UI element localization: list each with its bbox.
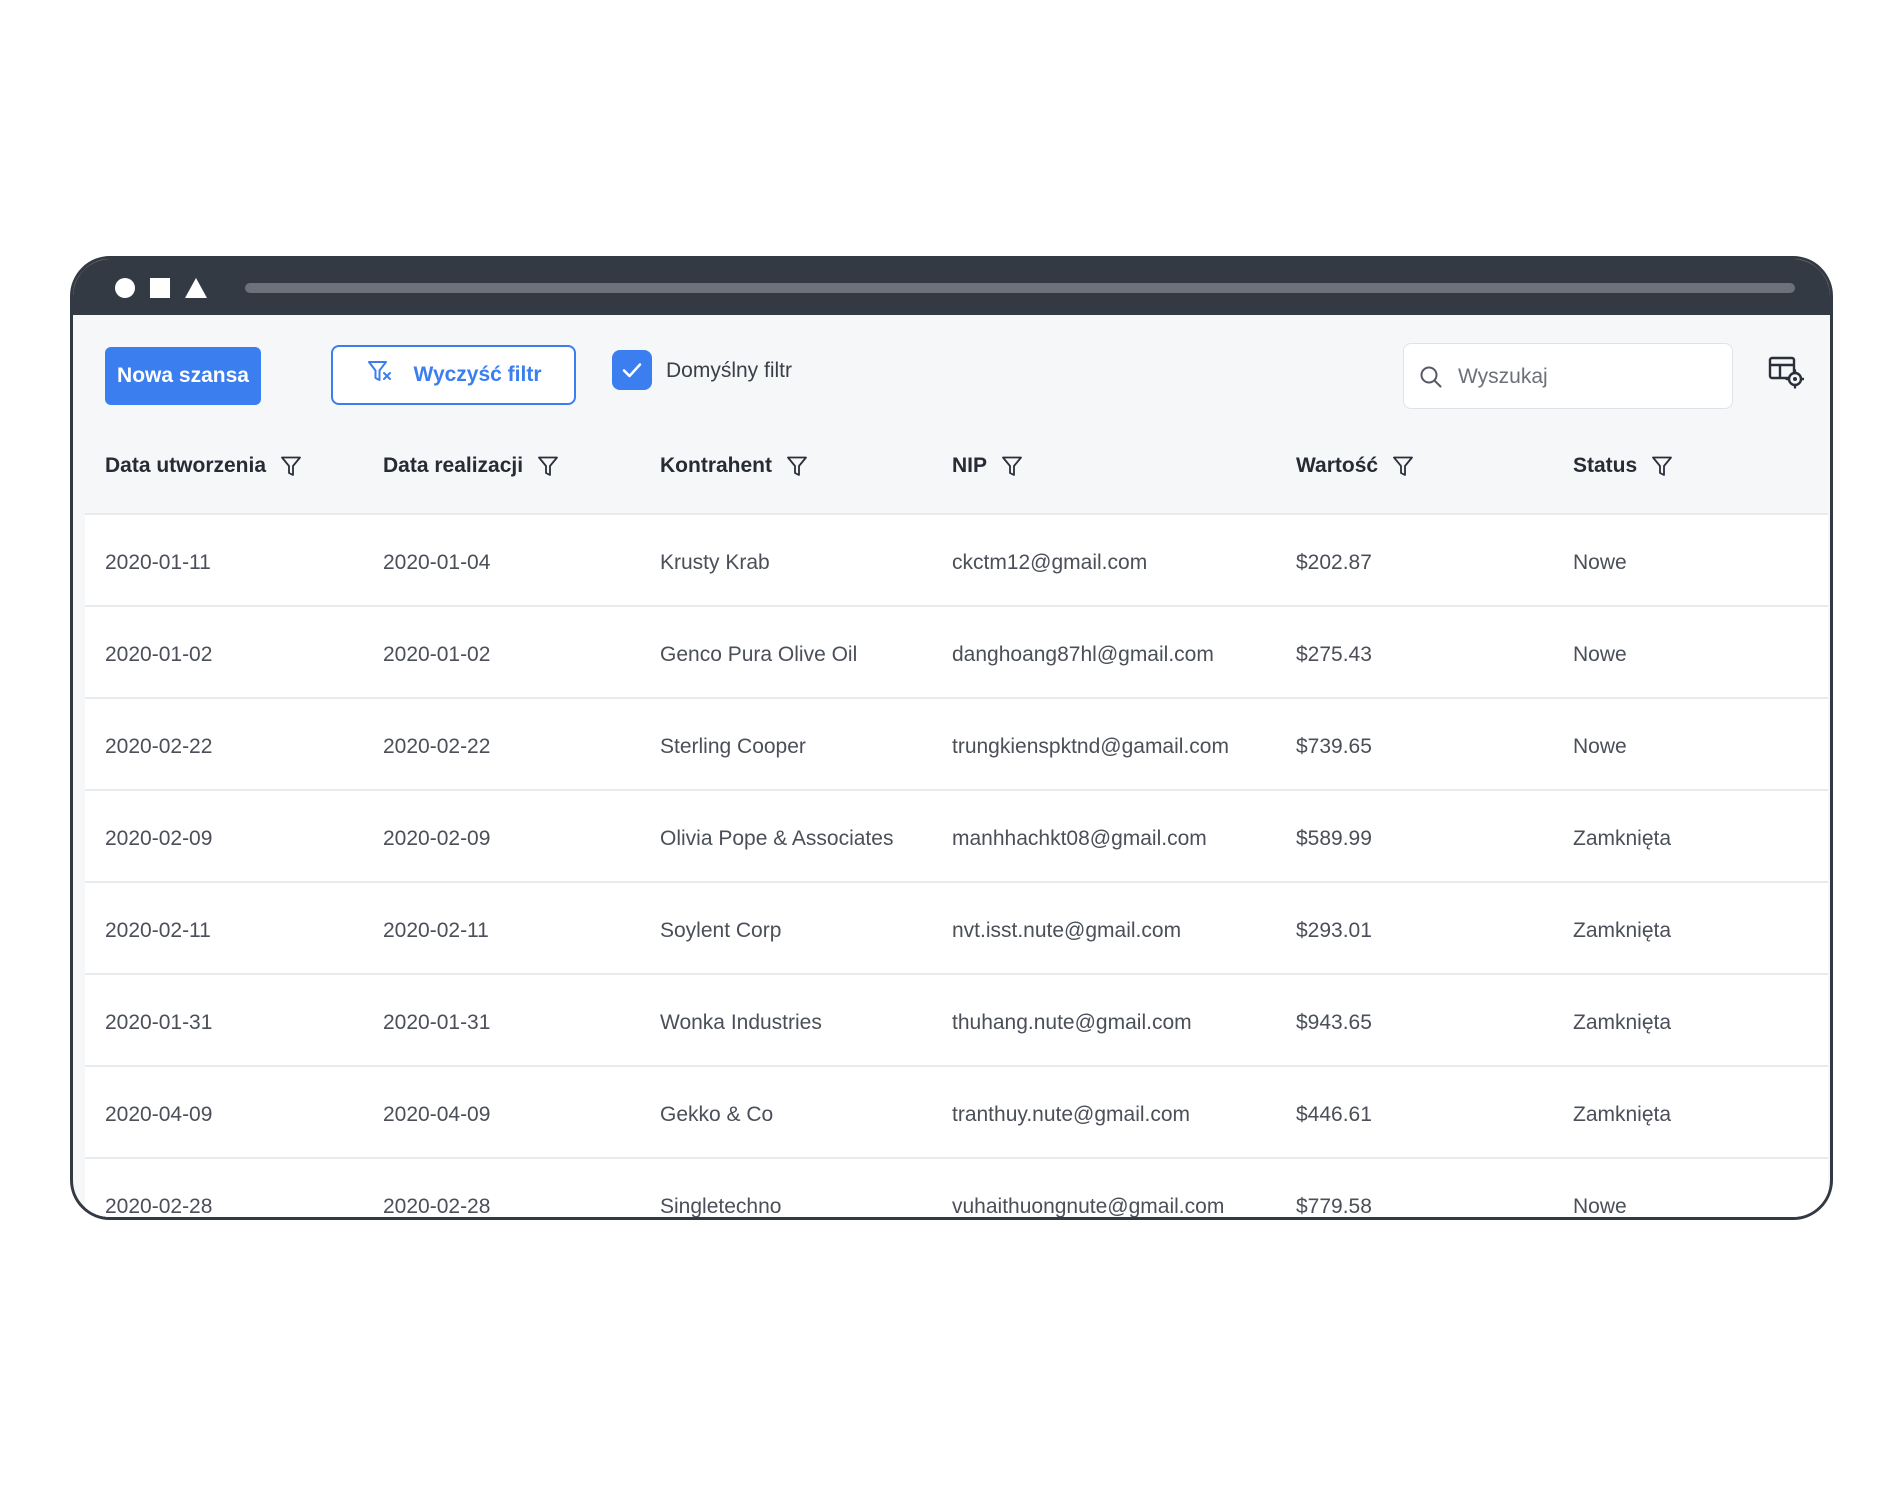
column-header-nip[interactable]: NIP	[952, 454, 1023, 478]
table-row[interactable]: 2020-01-31 2020-01-31 Wonka Industries thuh…	[85, 973, 1828, 1065]
filter-icon[interactable]	[537, 455, 559, 477]
check-icon	[622, 363, 642, 378]
cell-contractor: Olivia Pope & Associates	[660, 827, 894, 850]
opportunities-table: Data utworzenia Data realizacji Kontrahent…	[85, 420, 1828, 1218]
cell-contractor: Sterling Cooper	[660, 735, 806, 758]
cell-due-date: 2020-04-09	[383, 1103, 491, 1126]
column-header-due-date[interactable]: Data realizacji	[383, 454, 559, 478]
cell-contractor: Genco Pura Olive Oil	[660, 643, 858, 666]
filter-icon[interactable]	[280, 455, 302, 477]
column-header-label: Kontrahent	[660, 454, 772, 477]
cell-contractor: Krusty Krab	[660, 551, 770, 574]
cell-status: Nowe	[1573, 735, 1627, 758]
cell-status: Zamknięta	[1573, 827, 1672, 850]
cell-value: $202.87	[1296, 551, 1372, 574]
cell-nip: trungkienspktnd@gamail.com	[952, 735, 1229, 758]
cell-created-date: 2020-02-22	[105, 735, 213, 758]
table-settings-icon[interactable]	[1768, 355, 1805, 394]
cell-status: Nowe	[1573, 1195, 1627, 1218]
new-opportunity-button[interactable]: Nowa szansa	[105, 347, 261, 405]
table-body: 2020-01-11 2020-01-04 Krusty Krab ckctm12@g…	[85, 513, 1828, 1218]
default-filter-checkbox[interactable]	[612, 350, 652, 390]
clear-filter-label: Wyczyść filtr	[413, 363, 542, 386]
cell-status: Nowe	[1573, 551, 1627, 574]
cell-created-date: 2020-02-11	[105, 919, 211, 942]
clear-filter-button[interactable]: Wyczyść filtr	[331, 345, 576, 405]
cell-created-date: 2020-04-09	[105, 1103, 213, 1126]
column-header-label: Wartość	[1296, 454, 1379, 477]
toolbar: Nowa szansa Wyczyść filtr Domyślny filtr	[73, 315, 1830, 420]
cell-due-date: 2020-01-04	[383, 551, 491, 574]
cell-status: Zamknięta	[1573, 1103, 1672, 1126]
filter-icon[interactable]	[786, 455, 808, 477]
cell-created-date: 2020-01-02	[105, 643, 213, 666]
column-header-contractor[interactable]: Kontrahent	[660, 454, 808, 478]
column-header-label: Status	[1573, 454, 1638, 477]
cell-value: $779.58	[1296, 1195, 1372, 1218]
table-row[interactable]: 2020-01-11 2020-01-04 Krusty Krab ckctm12@g…	[85, 513, 1828, 605]
cell-contractor: Gekko & Co	[660, 1103, 774, 1126]
cell-contractor: Soylent Corp	[660, 919, 782, 942]
cell-value: $589.99	[1296, 827, 1372, 850]
cell-contractor: Singletechno	[660, 1195, 782, 1218]
cell-value: $446.61	[1296, 1103, 1372, 1126]
cell-nip: nvt.isst.nute@gmail.com	[952, 919, 1182, 942]
search-input[interactable]	[1456, 358, 1720, 396]
filter-icon[interactable]	[1651, 455, 1673, 477]
filter-clear-icon	[366, 359, 392, 391]
column-header-label: Data realizacji	[383, 454, 524, 477]
table-row[interactable]: 2020-02-22 2020-02-22 Sterling Cooper trung…	[85, 697, 1828, 789]
cell-status: Zamknięta	[1573, 919, 1672, 942]
cell-due-date: 2020-02-09	[383, 827, 491, 850]
column-header-created-date[interactable]: Data utworzenia	[105, 454, 302, 478]
cell-value: $943.65	[1296, 1011, 1372, 1034]
cell-due-date: 2020-02-11	[383, 919, 489, 942]
cell-nip: tranthuy.nute@gmail.com	[952, 1103, 1191, 1126]
cell-created-date: 2020-01-31	[105, 1011, 213, 1034]
address-bar[interactable]	[245, 283, 1795, 293]
cell-value: $739.65	[1296, 735, 1372, 758]
cell-nip: thuhang.nute@gmail.com	[952, 1011, 1192, 1034]
cell-value: $275.43	[1296, 643, 1372, 666]
circle-icon	[115, 278, 135, 298]
filter-icon[interactable]	[1001, 455, 1023, 477]
table-row[interactable]: 2020-02-09 2020-02-09 Olivia Pope & Associ…	[85, 789, 1828, 881]
cell-value: $293.01	[1296, 919, 1372, 942]
cell-due-date: 2020-01-02	[383, 643, 491, 666]
column-header-label: Data utworzenia	[105, 454, 267, 477]
cell-due-date: 2020-01-31	[383, 1011, 491, 1034]
column-header-status[interactable]: Status	[1573, 454, 1673, 478]
cell-nip: vuhaithuongnute@gmail.com	[952, 1195, 1225, 1218]
cell-nip: manhhachkt08@gmail.com	[952, 827, 1207, 850]
square-icon	[150, 278, 170, 298]
table-row[interactable]: 2020-02-11 2020-02-11 Soylent Corp nvt.isst…	[85, 881, 1828, 973]
window-titlebar	[73, 259, 1830, 315]
cell-due-date: 2020-02-28	[383, 1195, 491, 1218]
cell-nip: danghoang87hl@gmail.com	[952, 643, 1214, 666]
search-box[interactable]	[1403, 343, 1733, 409]
default-filter-label: Domyślny filtr	[666, 359, 793, 382]
column-header-label: NIP	[952, 454, 988, 477]
triangle-icon	[185, 278, 207, 298]
table-row[interactable]: 2020-01-02 2020-01-02 Genco Pura Olive Oil…	[85, 605, 1828, 697]
table-row[interactable]: 2020-02-28 2020-02-28 Singletechno vuhaithu…	[85, 1157, 1828, 1218]
filter-icon[interactable]	[1392, 455, 1414, 477]
cell-status: Nowe	[1573, 643, 1627, 666]
browser-window: Nowa szansa Wyczyść filtr Domyślny filtr	[70, 256, 1833, 1220]
cell-nip: ckctm12@gmail.com	[952, 551, 1148, 574]
cell-contractor: Wonka Industries	[660, 1011, 822, 1034]
cell-created-date: 2020-02-09	[105, 827, 213, 850]
column-header-value[interactable]: Wartość	[1296, 454, 1414, 478]
table-header: Data utworzenia Data realizacji Kontrahent…	[85, 420, 1828, 513]
cell-created-date: 2020-01-11	[105, 551, 211, 574]
cell-created-date: 2020-02-28	[105, 1195, 213, 1218]
cell-due-date: 2020-02-22	[383, 735, 491, 758]
table-row[interactable]: 2020-04-09 2020-04-09 Gekko & Co tranthuy.n…	[85, 1065, 1828, 1157]
cell-status: Zamknięta	[1573, 1011, 1672, 1034]
search-icon	[1419, 365, 1443, 394]
